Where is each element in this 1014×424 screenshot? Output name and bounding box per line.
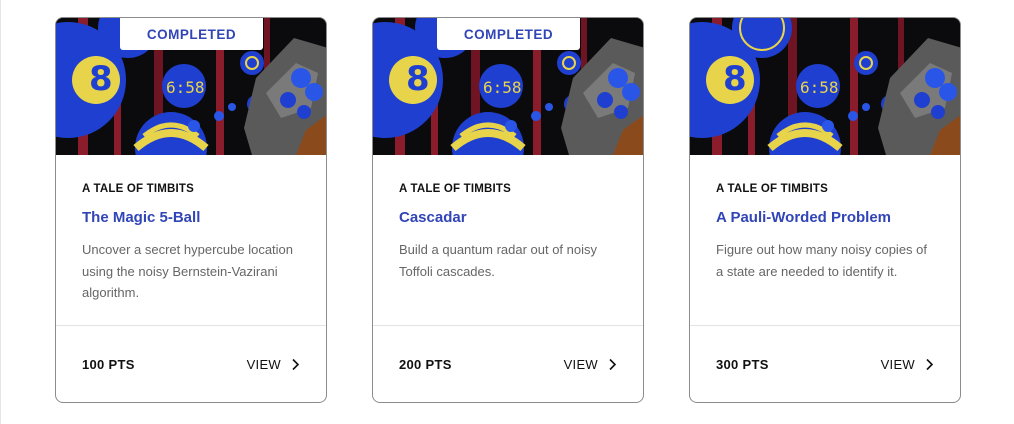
card-points: 200 PTS: [399, 356, 452, 372]
chevron-right-icon: [609, 358, 617, 370]
view-button[interactable]: VIEW: [564, 357, 618, 372]
completed-badge: COMPLETED: [437, 18, 580, 50]
svg-text:6:58: 6:58: [483, 78, 522, 97]
card-description: Uncover a secret hypercube location usin…: [82, 242, 294, 300]
card-illustration: 8 6:58 COMPLETED: [56, 18, 326, 155]
view-label: VIEW: [563, 356, 598, 372]
card-illustration: 8 6:58 COMPLETED: [373, 18, 643, 155]
chevron-right-icon: [926, 358, 934, 370]
card-series: A TALE OF TIMBITS: [716, 183, 828, 195]
svg-text:8: 8: [89, 59, 113, 99]
card-description: Figure out how many noisy copies of a st…: [716, 242, 927, 279]
card-illustration: 8 6:58: [690, 18, 960, 155]
svg-text:6:58: 6:58: [800, 78, 839, 97]
chevron-right-icon: [292, 358, 300, 370]
challenge-card[interactable]: 8 6:58 A TALE OF TIMBITS A Pauli-Worded …: [689, 17, 961, 403]
view-button[interactable]: VIEW: [881, 357, 935, 372]
completed-badge: COMPLETED: [120, 18, 263, 50]
view-button[interactable]: VIEW: [247, 357, 301, 372]
svg-text:6:58: 6:58: [166, 78, 205, 97]
challenge-card[interactable]: 8 6:58 COMPLETED: [372, 17, 644, 403]
challenge-grid: 8 6:58 COMPLETED A TALE OF TIMBITS The M…: [0, 0, 1014, 424]
timbits-illustration-icon: 8 6:58: [690, 18, 960, 155]
view-label: VIEW: [246, 356, 281, 372]
challenge-card[interactable]: 8 6:58 COMPLETED: [55, 17, 327, 403]
svg-text:8: 8: [406, 59, 430, 99]
card-description: Build a quantum radar out of noisy Toffo…: [399, 242, 598, 279]
card-title[interactable]: Cascadar: [399, 209, 617, 226]
view-label: VIEW: [880, 356, 915, 372]
card-series: A TALE OF TIMBITS: [399, 183, 511, 195]
card-points: 100 PTS: [82, 356, 135, 372]
card-points: 300 PTS: [716, 356, 769, 372]
card-title[interactable]: A Pauli-Worded Problem: [716, 209, 934, 226]
card-title[interactable]: The Magic 5-Ball: [82, 209, 300, 226]
card-series: A TALE OF TIMBITS: [82, 183, 194, 195]
svg-text:8: 8: [723, 59, 747, 99]
